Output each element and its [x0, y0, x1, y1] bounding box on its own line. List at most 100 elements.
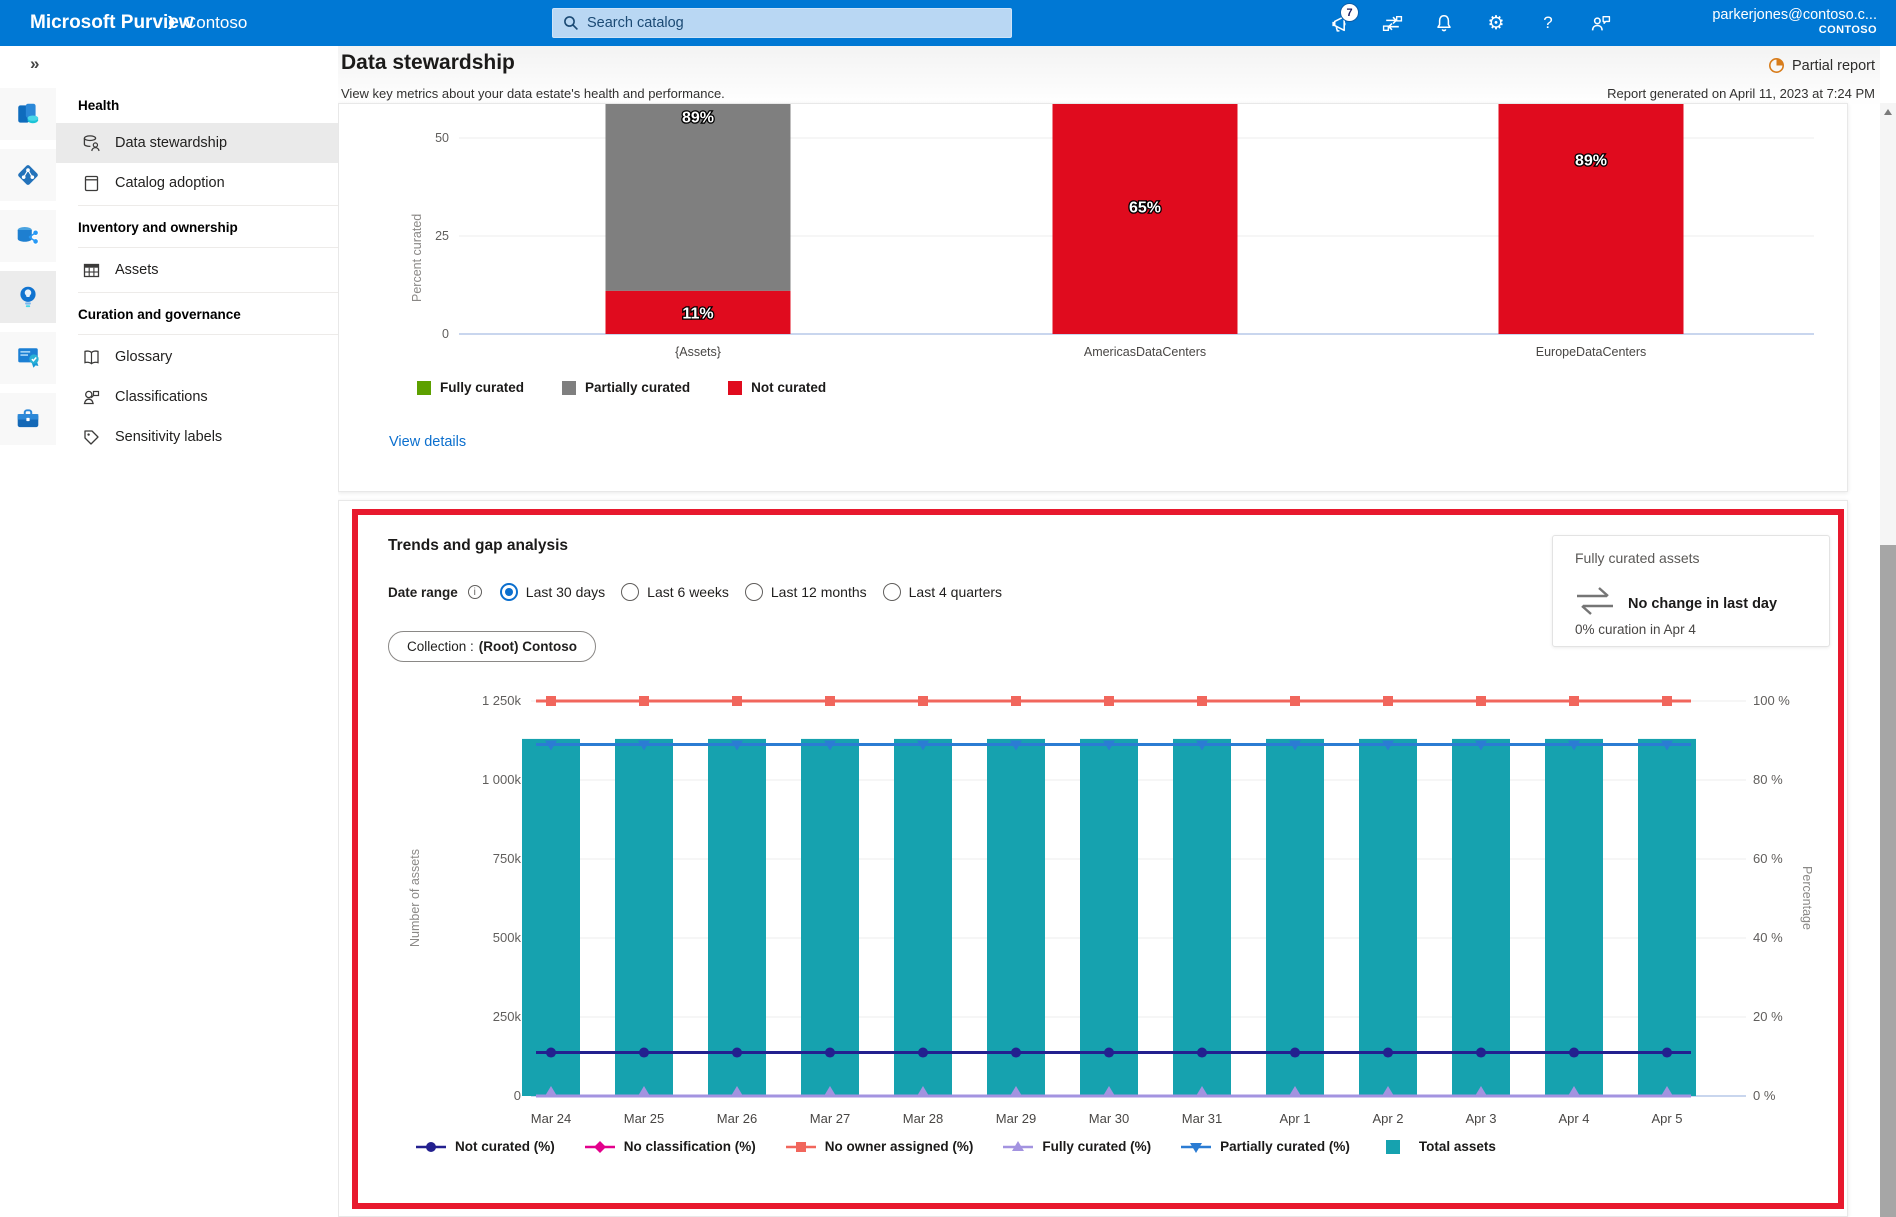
scrollbar-up-arrow-icon[interactable]: [1884, 109, 1892, 115]
sidebar-item-label: Catalog adoption: [115, 175, 225, 191]
svg-text:500k: 500k: [493, 930, 522, 945]
account-info[interactable]: parkerjones@contoso.c... CONTOSO: [1712, 6, 1877, 38]
kpi-headline: No change in last day: [1628, 596, 1777, 612]
date-range-row: Date range i Last 30 daysLast 6 weeksLas…: [388, 583, 1018, 601]
radio-button[interactable]: [500, 583, 518, 601]
insights-icon[interactable]: [0, 271, 56, 323]
settings-icon[interactable]: ⚙: [1484, 11, 1508, 35]
legend-item-not-curated[interactable]: Not curated: [728, 380, 826, 395]
legend-marker-icon: [416, 1140, 446, 1154]
legend-marker-icon: [786, 1140, 816, 1154]
svg-text:{Assets}: {Assets}: [675, 345, 721, 359]
label-icon: [82, 428, 101, 447]
radio-label: Last 6 weeks: [647, 584, 729, 600]
svg-text:Apr 1: Apr 1: [1279, 1111, 1310, 1126]
nav-divider: [78, 334, 338, 335]
classification-icon: [82, 388, 101, 407]
sidebar-item-sensitivity-labels[interactable]: Sensitivity labels: [56, 417, 338, 457]
scrollbar-thumb[interactable]: [1880, 545, 1896, 1217]
vertical-scrollbar[interactable]: [1880, 103, 1896, 1217]
legend-item-fully-curated[interactable]: Fully curated: [417, 380, 524, 395]
notification-badge: 7: [1340, 3, 1359, 22]
grid-icon: [82, 261, 101, 280]
kpi-title: Fully curated assets: [1575, 550, 1700, 566]
svg-text:Apr 2: Apr 2: [1372, 1111, 1403, 1126]
sidebar-item-data-stewardship[interactable]: Data stewardship: [56, 123, 338, 163]
radio-button[interactable]: [745, 583, 763, 601]
data-share-icon[interactable]: [0, 210, 56, 262]
breadcrumb-org[interactable]: Contoso: [184, 13, 247, 33]
feedback-icon[interactable]: [1588, 11, 1612, 35]
sidebar-item-catalog-adoption[interactable]: Catalog adoption: [56, 163, 338, 203]
legend-label: Fully curated: [440, 380, 524, 395]
sidebar-item-label: Sensitivity labels: [115, 429, 222, 445]
fully-curated-kpi-card: Fully curated assets No change in last d…: [1552, 535, 1830, 647]
svg-text:0: 0: [442, 327, 449, 341]
svg-text:1 000k: 1 000k: [482, 772, 522, 787]
legend-swatch: [728, 381, 742, 395]
book-icon: [82, 174, 101, 193]
data-catalog-icon[interactable]: [0, 88, 56, 140]
search-input[interactable]: Search catalog: [552, 8, 1012, 38]
date-range-options: Last 30 days Last 6 weeks Last 12 months La…: [500, 583, 1018, 601]
date-range-option-last-4-quarters[interactable]: Last 4 quarters: [883, 583, 1002, 601]
svg-text:25: 25: [435, 229, 449, 243]
rail-expand-icon[interactable]: »: [30, 54, 39, 74]
svg-text:Mar 24: Mar 24: [531, 1111, 571, 1126]
nav-section-header: Health: [56, 86, 338, 123]
legend-item-partially-curated[interactable]: Partially curated: [562, 380, 690, 395]
legend-label: Not curated: [751, 380, 826, 395]
legend-item-partially-curated[interactable]: Partially curated (%): [1181, 1139, 1350, 1154]
partial-report-label: Partial report: [1792, 58, 1875, 74]
trends-legend: Not curated (%) No classification (%) No o…: [416, 1139, 1496, 1154]
whats-new-icon[interactable]: 7: [1328, 11, 1352, 35]
sidebar-item-assets[interactable]: Assets: [56, 250, 338, 290]
side-nav: HealthData stewardship Catalog adoption In…: [56, 46, 338, 1217]
legend-item-total-assets[interactable]: Total assets: [1380, 1139, 1496, 1154]
curation-chart-card: 50250Percent curated89%11%{Assets}65%Ame…: [338, 103, 1848, 492]
nav-divider: [78, 205, 338, 206]
legend-item-no-classification[interactable]: No classification (%): [585, 1139, 756, 1154]
management-icon[interactable]: [0, 393, 56, 445]
svg-text:80 %: 80 %: [1753, 772, 1783, 787]
nav-divider: [78, 247, 338, 248]
help-icon[interactable]: ?: [1536, 11, 1560, 35]
sidebar-item-classifications[interactable]: Classifications: [56, 377, 338, 417]
app-rail: »: [0, 46, 56, 1217]
radio-button[interactable]: [621, 583, 639, 601]
info-icon[interactable]: i: [468, 585, 482, 599]
date-range-option-last-6-weeks[interactable]: Last 6 weeks: [621, 583, 729, 601]
date-range-option-last-12-months[interactable]: Last 12 months: [745, 583, 867, 601]
sidebar-item-glossary[interactable]: Glossary: [56, 337, 338, 377]
collection-filter-chip[interactable]: Collection : (Root) Contoso: [388, 631, 596, 662]
open-book-icon: [82, 348, 101, 367]
view-details-link[interactable]: View details: [389, 434, 466, 450]
svg-text:Apr 5: Apr 5: [1651, 1111, 1682, 1126]
nav-section-header: Inventory and ownership: [56, 208, 338, 245]
legend-item-not-curated[interactable]: Not curated (%): [416, 1139, 555, 1154]
legend-marker-icon: [1380, 1140, 1410, 1154]
org-switch-icon[interactable]: [1380, 11, 1404, 35]
radio-label: Last 4 quarters: [909, 584, 1002, 600]
data-quality-icon[interactable]: [0, 332, 56, 384]
legend-label: Fully curated (%): [1042, 1139, 1151, 1154]
svg-text:20 %: 20 %: [1753, 1009, 1783, 1024]
svg-text:AmericasDataCenters: AmericasDataCenters: [1084, 345, 1206, 359]
svg-text:Mar 25: Mar 25: [624, 1111, 664, 1126]
trends-card: Trends and gap analysis Date range i Las…: [338, 500, 1848, 1217]
radio-button[interactable]: [883, 583, 901, 601]
curation-legend: Fully curated Partially curated Not curate…: [417, 380, 826, 395]
svg-text:60 %: 60 %: [1753, 851, 1783, 866]
legend-label: Partially curated (%): [1220, 1139, 1350, 1154]
svg-text:65%: 65%: [1129, 200, 1161, 217]
purview-app: { "topbar": { "brand": "Microsoft Purvie…: [0, 0, 1896, 1217]
data-map-icon[interactable]: [0, 149, 56, 201]
svg-text:Percent curated: Percent curated: [410, 214, 424, 302]
notifications-icon[interactable]: [1432, 11, 1456, 35]
sidebar-item-label: Assets: [115, 262, 159, 278]
legend-item-no-owner-assigned[interactable]: No owner assigned (%): [786, 1139, 974, 1154]
svg-text:11%: 11%: [682, 305, 713, 322]
legend-item-fully-curated[interactable]: Fully curated (%): [1003, 1139, 1151, 1154]
legend-label: Not curated (%): [455, 1139, 555, 1154]
date-range-option-last-30-days[interactable]: Last 30 days: [500, 583, 605, 601]
